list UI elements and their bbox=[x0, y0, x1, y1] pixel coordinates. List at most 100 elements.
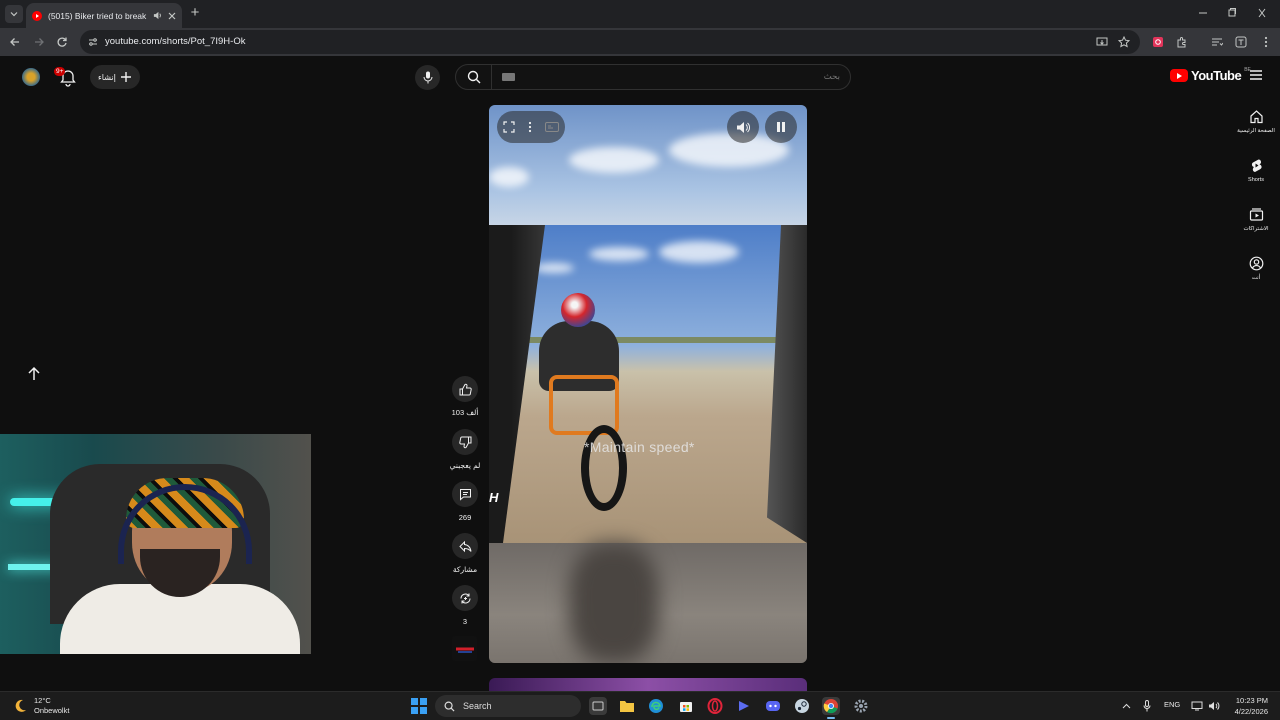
reload-button[interactable] bbox=[54, 34, 70, 50]
you-icon bbox=[1249, 256, 1263, 271]
minimize-button[interactable] bbox=[1198, 6, 1212, 20]
sidebar-item-shorts[interactable]: Shorts bbox=[1234, 158, 1278, 183]
video-logo-fragment: H bbox=[489, 490, 499, 505]
reading-list-button[interactable] bbox=[1209, 34, 1225, 50]
microphone-icon bbox=[423, 71, 432, 84]
close-window-button[interactable] bbox=[1257, 6, 1271, 20]
channel-thumbnail[interactable] bbox=[452, 636, 477, 661]
store-app[interactable] bbox=[677, 697, 695, 715]
thumb-down-icon bbox=[458, 435, 471, 448]
steam-icon bbox=[795, 699, 809, 713]
taskbar-search[interactable]: Search bbox=[435, 695, 581, 717]
url-text: youtube.com/shorts/Pot_7I9H-Ok bbox=[105, 36, 246, 47]
share-button[interactable] bbox=[452, 533, 478, 559]
tray-network[interactable] bbox=[1190, 699, 1204, 713]
sidebar-item-you[interactable]: أنت bbox=[1234, 256, 1278, 281]
remix-button[interactable] bbox=[452, 585, 478, 611]
file-explorer-app[interactable] bbox=[618, 697, 636, 715]
sidebar-item-subscriptions[interactable]: الاشتراكات bbox=[1234, 207, 1278, 232]
system-clock[interactable]: 10:23 PM 4/22/2026 bbox=[1226, 695, 1268, 717]
chrome-app[interactable] bbox=[822, 697, 840, 719]
subscriptions-icon bbox=[1249, 208, 1263, 221]
search-input[interactable]: بحث bbox=[824, 71, 840, 82]
search-button[interactable] bbox=[456, 65, 492, 89]
translate-button[interactable] bbox=[1233, 34, 1249, 50]
task-view-button[interactable] bbox=[589, 697, 607, 715]
show-hidden-icons[interactable] bbox=[1119, 699, 1133, 713]
moon-icon bbox=[15, 699, 26, 712]
browser-tab-active[interactable]: (5015) Biker tried to break a bbox=[26, 3, 182, 28]
discord-app[interactable] bbox=[764, 697, 782, 715]
share-label: مشاركة bbox=[452, 565, 478, 574]
settings-app[interactable] bbox=[852, 697, 870, 715]
browser-menu-button[interactable] bbox=[1258, 34, 1274, 50]
install-app-icon[interactable] bbox=[1096, 36, 1108, 48]
create-label: إنشاء bbox=[98, 72, 116, 82]
chevron-up-icon bbox=[1122, 703, 1130, 709]
voice-search-button[interactable] bbox=[415, 65, 440, 90]
translate-icon bbox=[1235, 36, 1247, 48]
like-action: 103 ألف bbox=[447, 376, 483, 417]
browser-tab-bar: (5015) Biker tried to break a + bbox=[0, 0, 1280, 28]
input-language[interactable]: ENG bbox=[1164, 700, 1180, 709]
dislike-button[interactable] bbox=[452, 429, 478, 455]
close-tab-icon[interactable] bbox=[168, 12, 176, 20]
bookmark-star-icon[interactable] bbox=[1118, 36, 1130, 48]
next-short-preview[interactable] bbox=[489, 678, 807, 691]
remix-icon bbox=[460, 593, 470, 603]
comments-button[interactable] bbox=[452, 481, 478, 507]
extensions-button[interactable] bbox=[1174, 34, 1190, 50]
address-bar[interactable]: youtube.com/shorts/Pot_7I9H-Ok bbox=[80, 30, 1140, 54]
dislike-action: لم يعجبني bbox=[447, 429, 483, 470]
arrow-right-icon bbox=[35, 38, 44, 46]
search-icon bbox=[467, 70, 480, 84]
menu-icon[interactable] bbox=[1250, 70, 1262, 80]
video-caption: *Maintain speed* bbox=[584, 439, 695, 455]
notification-badge: 9+ bbox=[54, 67, 66, 76]
start-button[interactable] bbox=[411, 698, 427, 714]
tray-volume[interactable] bbox=[1207, 699, 1221, 713]
windows-taskbar: 12°C Onbewolkt Search ENG 10:23 PM 4/22/… bbox=[0, 691, 1280, 720]
sidebar-item-home[interactable]: الصفحة الرئيسية bbox=[1234, 109, 1278, 134]
app-blue[interactable] bbox=[735, 697, 753, 715]
arrow-up-icon[interactable] bbox=[26, 366, 42, 382]
folder-icon bbox=[620, 701, 634, 712]
edge-icon bbox=[649, 699, 663, 713]
opera-app[interactable] bbox=[706, 697, 724, 715]
search-icon bbox=[444, 701, 455, 712]
more-vertical-icon[interactable] bbox=[528, 121, 532, 133]
thumb-up-icon bbox=[459, 383, 472, 396]
new-tab-button[interactable]: + bbox=[188, 5, 202, 20]
youtube-page: 9+ إنشاء بحث YouTube BE الصفحة الرئيسية … bbox=[0, 56, 1280, 691]
fullscreen-icon[interactable] bbox=[503, 121, 515, 133]
tab-search-button[interactable] bbox=[5, 5, 23, 23]
blue-app-icon bbox=[739, 701, 749, 711]
home-icon bbox=[1249, 110, 1263, 124]
like-button[interactable] bbox=[452, 376, 478, 402]
speaker-icon[interactable] bbox=[153, 11, 162, 20]
site-settings-icon[interactable] bbox=[88, 37, 98, 47]
pause-button[interactable] bbox=[765, 111, 797, 143]
volume-icon bbox=[737, 121, 750, 133]
extension-button[interactable] bbox=[1150, 34, 1166, 50]
browser-toolbar: youtube.com/shorts/Pot_7I9H-Ok bbox=[0, 28, 1280, 56]
back-button[interactable] bbox=[7, 34, 23, 50]
like-count: 103 ألف bbox=[451, 408, 479, 417]
account-avatar[interactable] bbox=[22, 68, 40, 86]
edge-app[interactable] bbox=[647, 697, 665, 715]
chevron-down-icon bbox=[10, 12, 18, 17]
captions-icon[interactable] bbox=[544, 122, 559, 132]
forward-button[interactable] bbox=[31, 34, 47, 50]
shorts-video-player[interactable]: *Maintain speed* H bbox=[489, 105, 807, 663]
youtube-logo[interactable]: YouTube BE bbox=[1170, 67, 1251, 83]
search-box[interactable]: بحث bbox=[455, 64, 851, 90]
volume-button[interactable] bbox=[727, 111, 759, 143]
create-button[interactable]: إنشاء bbox=[90, 65, 140, 89]
restore-icon bbox=[1228, 8, 1236, 17]
restore-button[interactable] bbox=[1227, 6, 1241, 20]
keyboard-icon[interactable] bbox=[502, 73, 515, 81]
tray-microphone[interactable] bbox=[1140, 699, 1154, 713]
weather-widget[interactable]: 12°C Onbewolkt bbox=[12, 696, 69, 716]
chrome-icon bbox=[823, 699, 838, 714]
steam-app[interactable] bbox=[793, 697, 811, 715]
